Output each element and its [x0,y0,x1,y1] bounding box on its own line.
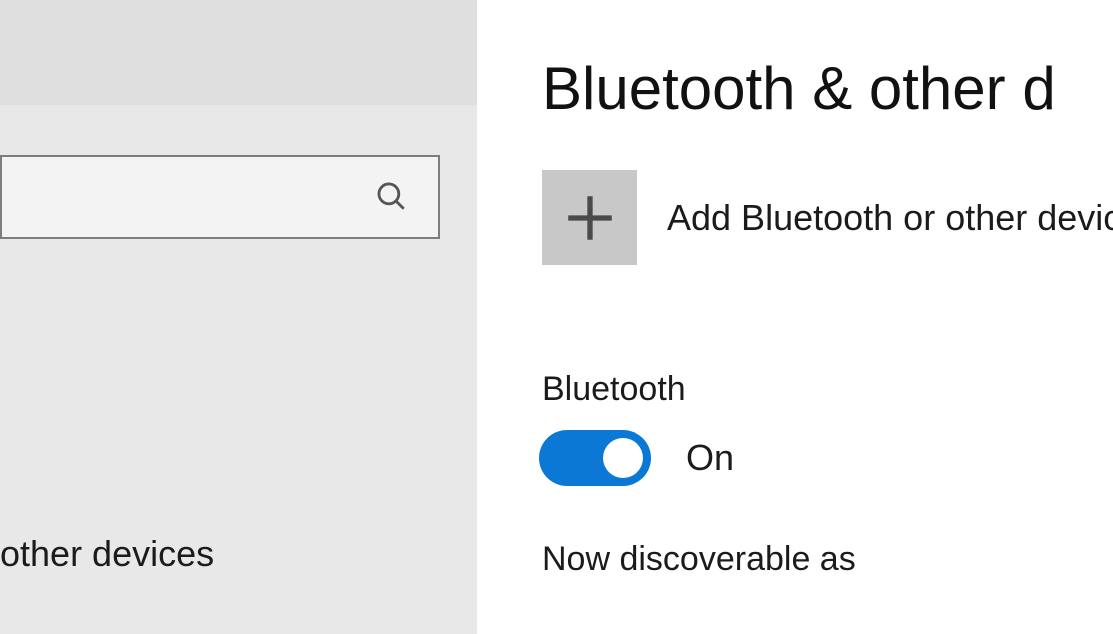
add-device-row[interactable]: Add Bluetooth or other devic [542,170,1113,265]
add-device-label: Add Bluetooth or other devic [667,197,1113,239]
bluetooth-toggle-row: On [539,430,734,486]
settings-main-panel: Bluetooth & other d Add Bluetooth or oth… [477,0,1113,634]
plus-icon [561,189,619,247]
sidebar-header-band [0,0,477,105]
discoverable-text: Now discoverable as [542,540,856,579]
toggle-knob [603,438,643,478]
search-input[interactable] [0,179,374,215]
sidebar-search[interactable] [0,155,440,239]
search-button[interactable] [374,179,408,216]
page-title: Bluetooth & other d [542,54,1056,123]
add-device-button[interactable] [542,170,637,265]
settings-sidebar: other devices anners [0,0,477,634]
bluetooth-toggle[interactable] [539,430,651,486]
bluetooth-section-label: Bluetooth [542,370,686,409]
sidebar-item-bluetooth-other-devices[interactable]: other devices [0,533,214,575]
search-icon [374,179,408,213]
bluetooth-toggle-state: On [686,437,734,479]
